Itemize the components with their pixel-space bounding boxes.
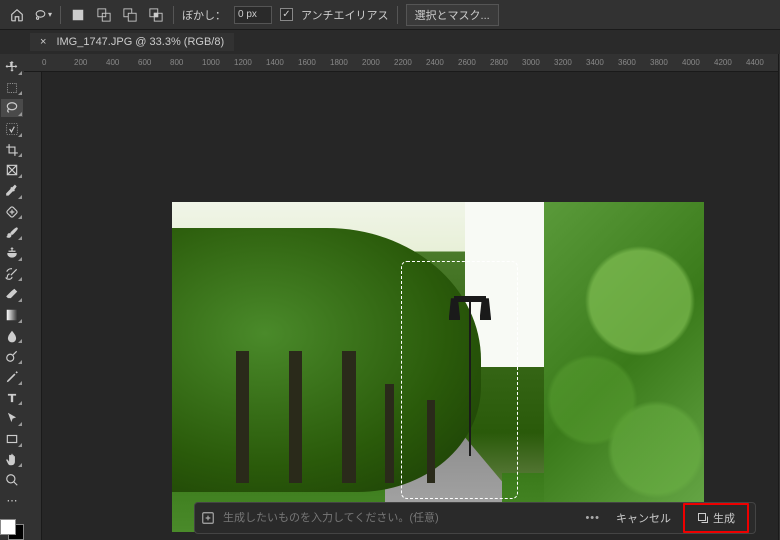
selection-intersect-icon[interactable] — [147, 6, 165, 24]
path-selection-tool[interactable] — [1, 409, 23, 427]
edit-toolbar[interactable]: ⋯ — [1, 492, 23, 510]
object-selection-tool[interactable] — [1, 120, 23, 138]
eraser-tool[interactable] — [1, 285, 23, 303]
lasso-tool[interactable] — [1, 99, 23, 117]
type-tool[interactable] — [1, 389, 23, 407]
more-options-button[interactable]: ••• — [581, 512, 604, 524]
document-tabbar: × IMG_1747.JPG @ 33.3% (RGB/8) — [0, 30, 780, 54]
close-icon[interactable]: × — [40, 36, 46, 48]
selection-new-icon[interactable] — [69, 6, 87, 24]
selection-add-icon[interactable] — [95, 6, 113, 24]
move-tool[interactable] — [1, 58, 23, 76]
home-icon[interactable] — [8, 6, 26, 24]
select-and-mask-button[interactable]: 選択とマスク... — [406, 4, 499, 26]
antialias-label: アンチエイリアス — [301, 7, 389, 23]
document-tab[interactable]: × IMG_1747.JPG @ 33.3% (RGB/8) — [30, 33, 234, 51]
clone-stamp-tool[interactable] — [1, 244, 23, 262]
ruler-horizontal: 0200400600800100012001400160018002000220… — [24, 54, 778, 72]
selection-subtract-icon[interactable] — [121, 6, 139, 24]
gradient-tool[interactable] — [1, 306, 23, 324]
zoom-tool[interactable] — [1, 471, 23, 489]
brush-tool[interactable] — [1, 223, 23, 241]
options-bar: ▾ ぼかし： アンチエイリアス 選択とマスク... — [0, 0, 780, 30]
dodge-tool[interactable] — [1, 347, 23, 365]
frame-tool[interactable] — [1, 161, 23, 179]
generate-icon — [697, 512, 709, 524]
canvas-area: 0200400600800100012001400160018002000220… — [24, 54, 778, 540]
canvas-viewport[interactable]: ••• キャンセル 生成 — [24, 72, 778, 540]
lasso-tool-icon[interactable]: ▾ — [34, 6, 52, 24]
crop-tool[interactable] — [1, 141, 23, 159]
feather-input[interactable] — [234, 6, 272, 24]
document-image — [172, 202, 704, 532]
color-swatch[interactable] — [0, 519, 24, 540]
cancel-button[interactable]: キャンセル — [612, 510, 675, 526]
generative-prompt-input[interactable] — [223, 512, 573, 524]
eyedropper-tool[interactable] — [1, 182, 23, 200]
history-brush-tool[interactable] — [1, 265, 23, 283]
pen-tool[interactable] — [1, 368, 23, 386]
prompt-icon — [201, 511, 215, 525]
rectangular-marquee-tool[interactable] — [1, 79, 23, 97]
generate-button[interactable]: 生成 — [687, 506, 745, 530]
rectangle-tool[interactable] — [1, 430, 23, 448]
toolbox: ⋯ — [0, 54, 24, 540]
streetlamp-subject — [443, 275, 496, 457]
hand-tool[interactable] — [1, 451, 23, 469]
antialias-checkbox[interactable] — [280, 8, 293, 21]
feather-label: ぼかし： — [182, 7, 226, 23]
tab-title: IMG_1747.JPG @ 33.3% (RGB/8) — [56, 36, 224, 48]
spot-healing-tool[interactable] — [1, 203, 23, 221]
blur-tool[interactable] — [1, 327, 23, 345]
generative-fill-bar: ••• キャンセル 生成 — [194, 502, 756, 534]
